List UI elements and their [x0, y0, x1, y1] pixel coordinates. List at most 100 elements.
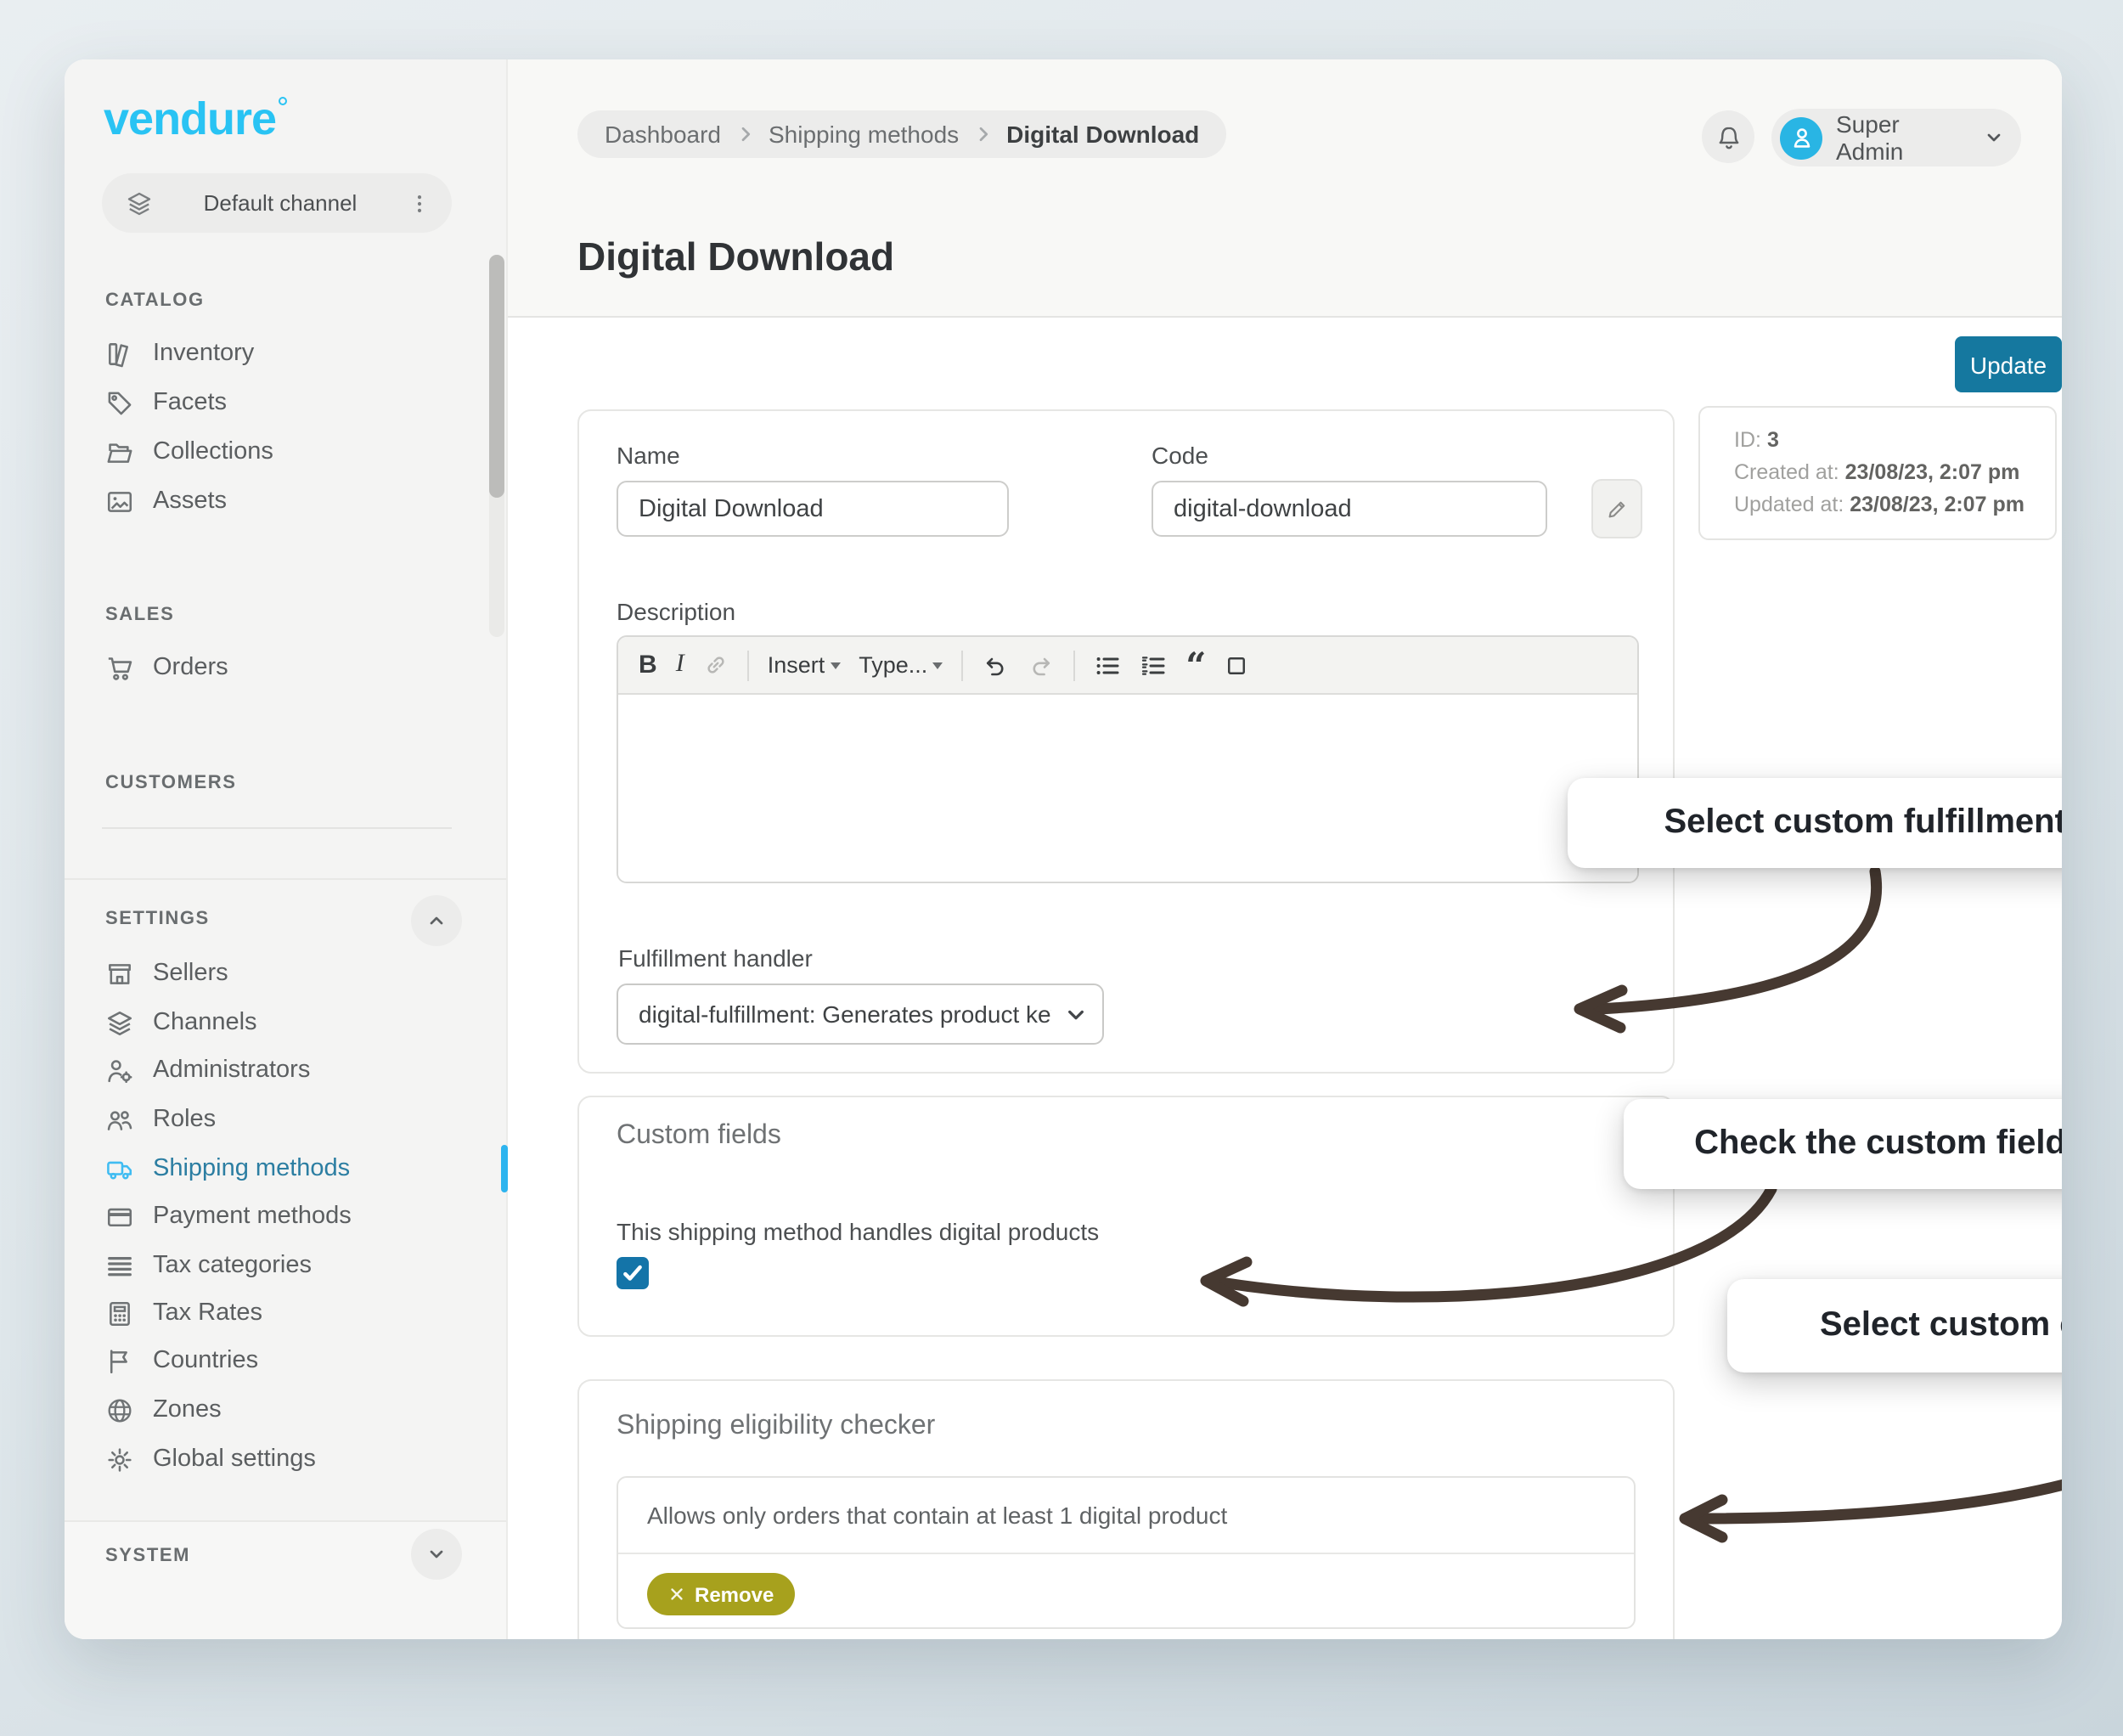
user-name: Super Admin: [1836, 110, 1970, 165]
notifications-button[interactable]: [1702, 110, 1754, 163]
sidebar-item-channels[interactable]: Channels: [65, 999, 506, 1046]
sidebar-item-administrators[interactable]: Administrators: [65, 1046, 506, 1094]
expand-system-button[interactable]: [411, 1529, 462, 1580]
eligibility-checker-card: Shipping eligibility checker Allows only…: [577, 1379, 1675, 1639]
collapse-settings-button[interactable]: [411, 895, 462, 946]
gear-icon: [105, 1445, 134, 1474]
sidebar: vendure Default channel CATALOG Inventor…: [65, 59, 508, 1639]
globe-icon: [105, 1395, 134, 1424]
app-window: vendure Default channel CATALOG Inventor…: [65, 59, 2062, 1639]
insert-menu-button[interactable]: Insert: [768, 652, 841, 678]
sidebar-scrollbar[interactable]: [489, 255, 504, 637]
sidebar-item-payment-methods[interactable]: Payment methods: [65, 1192, 506, 1240]
type-menu-button[interactable]: Type...: [859, 652, 943, 678]
name-label: Name: [617, 442, 680, 469]
list-icon: [105, 1251, 134, 1280]
name-input[interactable]: [617, 481, 1009, 537]
description-label: Description: [617, 598, 735, 625]
chevron-down-icon: [1984, 127, 2004, 148]
ordered-list-button[interactable]: [1140, 651, 1167, 679]
sidebar-item-global-settings[interactable]: Global settings: [65, 1435, 506, 1483]
entity-meta-panel: ID: 3 Created at: 23/08/23, 2:07 pm Upda…: [1698, 406, 2057, 540]
link-icon: [703, 652, 729, 678]
sidebar-item-collections[interactable]: Collections: [65, 428, 506, 476]
caret-down-icon: [830, 662, 840, 668]
bullet-list-button[interactable]: [1094, 651, 1121, 679]
bell-icon: [1715, 123, 1742, 150]
breadcrumb-shipping-methods[interactable]: Shipping methods: [769, 121, 959, 148]
editor-toolbar: B I Insert Type... “: [618, 637, 1637, 695]
desktop-background: vendure Default channel CATALOG Inventor…: [0, 0, 2123, 1736]
edit-code-button[interactable]: [1591, 479, 1642, 538]
logo-trademark-dot: [278, 97, 286, 105]
remove-checker-button[interactable]: Remove: [647, 1573, 794, 1615]
truck-icon: [105, 1154, 134, 1183]
divider: [747, 650, 749, 680]
main-content: Dashboard Shipping methods Digital Downl…: [508, 59, 2062, 1639]
page-header: Dashboard Shipping methods Digital Downl…: [508, 59, 2062, 318]
active-item-indicator: [501, 1145, 508, 1192]
link-button[interactable]: [703, 652, 729, 678]
bold-button[interactable]: B: [639, 651, 657, 679]
channel-switcher[interactable]: Default channel: [102, 173, 452, 233]
chevron-down-icon: [426, 1544, 447, 1564]
sidebar-item-countries[interactable]: Countries: [65, 1337, 506, 1384]
layers-icon: [126, 189, 153, 217]
code-block-button[interactable]: [1225, 653, 1248, 677]
update-button[interactable]: Update: [1955, 336, 2062, 392]
sidebar-item-sellers[interactable]: Sellers: [65, 950, 506, 997]
page-title: Digital Download: [577, 234, 894, 280]
section-title-customers: CUSTOMERS: [105, 769, 237, 797]
editor-body[interactable]: [618, 695, 1637, 883]
sidebar-item-tax-rates[interactable]: Tax Rates: [65, 1289, 506, 1337]
code-input[interactable]: [1152, 481, 1547, 537]
user-menu[interactable]: Super Admin: [1771, 109, 2021, 166]
callout-fulfillment: Select custom fulfillment handler: [1568, 778, 2062, 868]
custom-fields-title: Custom fields: [617, 1121, 781, 1152]
sidebar-item-inventory[interactable]: Inventory: [65, 330, 506, 377]
dots-vertical-icon[interactable]: [408, 191, 431, 215]
ordered-list-icon: [1140, 651, 1167, 679]
scrollbar-thumb[interactable]: [489, 255, 504, 498]
books-icon: [105, 339, 134, 368]
redo-button[interactable]: [1028, 651, 1055, 679]
custom-field-checkbox-label: This shipping method handles digital pro…: [617, 1218, 1099, 1245]
italic-button[interactable]: I: [676, 651, 684, 679]
sidebar-item-tax-categories[interactable]: Tax categories: [65, 1242, 506, 1289]
calculator-icon: [105, 1299, 134, 1327]
breadcrumb-dashboard[interactable]: Dashboard: [605, 121, 721, 148]
custom-fields-card: Custom fields This shipping method handl…: [577, 1096, 1675, 1337]
section-title-catalog: CATALOG: [105, 287, 205, 314]
eligibility-checker-title: Shipping eligibility checker: [617, 1412, 935, 1442]
sidebar-item-facets[interactable]: Facets: [65, 379, 506, 426]
section-title-sales: SALES: [105, 601, 174, 628]
storefront-icon: [105, 959, 134, 988]
breadcrumb-current: Digital Download: [1006, 121, 1199, 148]
meta-updated: Updated at: 23/08/23, 2:07 pm: [1734, 489, 2055, 521]
blockquote-button[interactable]: “: [1185, 653, 1206, 677]
square-icon: [1225, 653, 1248, 677]
person-icon: [1788, 124, 1815, 151]
chevron-right-icon: [972, 124, 993, 144]
code-label: Code: [1152, 442, 1208, 469]
sidebar-item-orders[interactable]: Orders: [65, 644, 506, 691]
avatar: [1780, 116, 1822, 159]
sidebar-item-roles[interactable]: Roles: [65, 1096, 506, 1143]
folder-icon: [105, 437, 134, 466]
channel-label: Default channel: [153, 190, 408, 216]
digital-products-checkbox[interactable]: [617, 1257, 649, 1289]
sidebar-item-zones[interactable]: Zones: [65, 1386, 506, 1434]
breadcrumb: Dashboard Shipping methods Digital Downl…: [577, 110, 1226, 158]
users-icon: [105, 1105, 134, 1134]
tag-icon: [105, 388, 134, 417]
system-section: SYSTEM: [65, 1520, 506, 1639]
divider: [961, 650, 963, 680]
sidebar-item-assets[interactable]: Assets: [65, 477, 506, 525]
sidebar-item-shipping-methods[interactable]: Shipping methods: [65, 1145, 506, 1192]
fulfillment-handler-select[interactable]: digital-fulfillment: Generates product k…: [617, 984, 1104, 1045]
callout-eligibility: Select custom eligibility checker: [1727, 1279, 2062, 1372]
checker-box: Allows only orders that contain at least…: [617, 1476, 1636, 1629]
section-title-system: SYSTEM: [105, 1542, 190, 1570]
meta-id: ID: 3: [1734, 425, 2055, 457]
undo-button[interactable]: [982, 651, 1009, 679]
